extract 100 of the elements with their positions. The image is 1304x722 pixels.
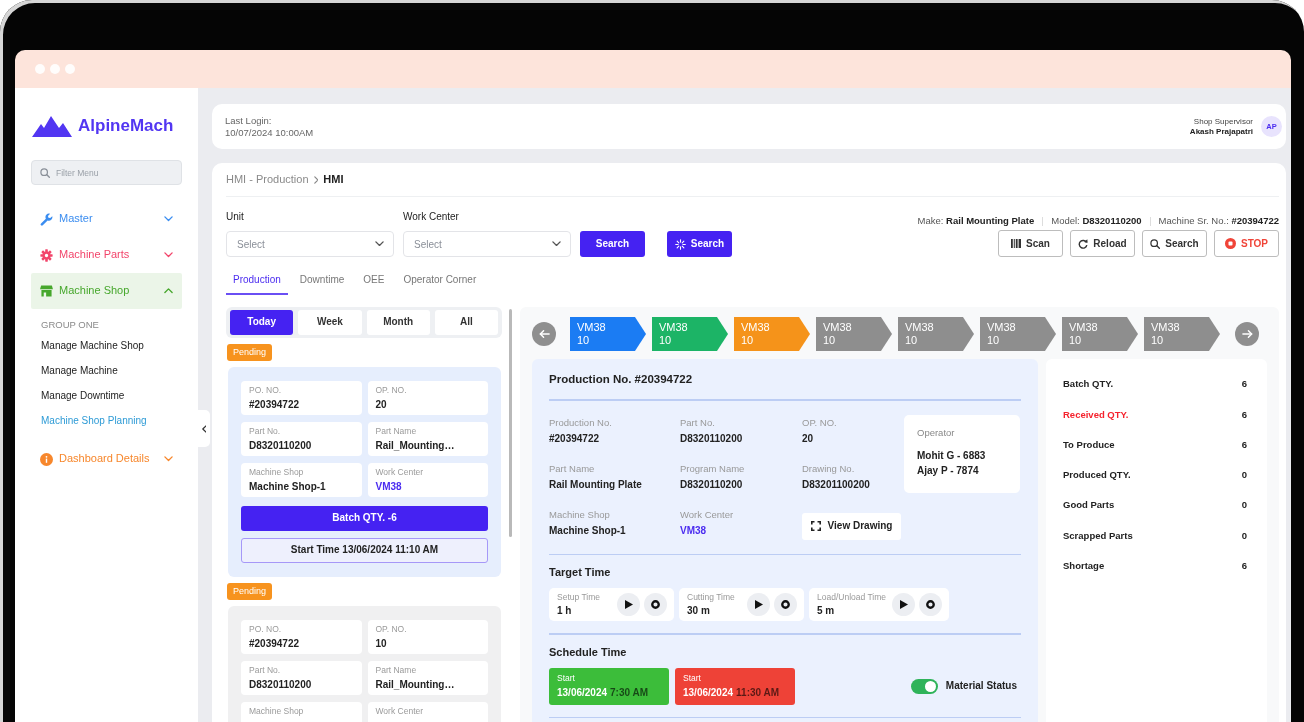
field-value: Machine Shop-1 — [549, 523, 627, 537]
menu-group-label: GROUP ONE — [40, 318, 100, 332]
submenu-link[interactable]: Manage Machine Shop — [31, 333, 182, 358]
start-time-button[interactable]: Start Time 13/06/2024 11:10 AM — [241, 538, 488, 563]
field-value: Rail_Mounting… — [375, 439, 456, 452]
play-button[interactable] — [892, 593, 915, 616]
previous-button[interactable] — [532, 322, 556, 346]
field-label: OP. NO. — [802, 416, 838, 429]
arrow-left-icon — [538, 329, 550, 339]
expand-corners-icon — [810, 521, 821, 531]
batch-qty-button[interactable]: Batch QTY. -6 — [241, 506, 488, 531]
select-field[interactable]: Select — [403, 231, 571, 257]
section-title: Target Time — [549, 566, 612, 579]
logo-text: AlpineMach — [78, 115, 174, 137]
view-drawing-button[interactable]: View Drawing — [802, 512, 901, 540]
field-label: Work Center — [375, 706, 425, 716]
action-button[interactable]: Search — [1142, 230, 1207, 257]
period-tab[interactable]: Week — [298, 310, 362, 335]
scrollbar-thumb[interactable] — [509, 309, 512, 537]
select-field[interactable]: Select — [226, 231, 394, 257]
collapse-sidebar-button[interactable] — [198, 410, 210, 447]
stage-step[interactable]: VM38 10 — [1144, 317, 1220, 351]
timer-label: Load/Unload Time — [817, 592, 886, 602]
stage-step[interactable]: VM38 10 — [898, 317, 974, 351]
field-label: Machine Shop — [249, 706, 305, 716]
timer-value: 30 m — [687, 604, 711, 617]
stop-button[interactable] — [919, 593, 942, 616]
filter-menu-field[interactable]: Filter Menu — [31, 160, 182, 185]
stop-button[interactable] — [644, 593, 667, 616]
status-badge: Pending — [227, 344, 273, 361]
timer-value: 1 h — [557, 604, 573, 617]
window-dot-icon — [35, 64, 45, 74]
circular-arrow-icon — [1078, 238, 1089, 249]
summary-value: 6 — [1241, 378, 1247, 391]
search-icon — [1150, 238, 1161, 249]
action-button[interactable]: STOP — [1214, 230, 1279, 257]
field-link[interactable]: VM38 — [375, 480, 480, 493]
field-value: D8320110200 — [249, 439, 313, 452]
field-link[interactable]: VM38 — [680, 523, 802, 537]
material-status-toggle[interactable] — [910, 678, 938, 694]
field-value: Rail_Mounting… — [375, 678, 456, 691]
summary-value: 0 — [1241, 469, 1247, 481]
menu-item[interactable]: Master — [31, 201, 182, 237]
summary-label: Shortage — [1063, 560, 1105, 572]
summary-label: Batch QTY. — [1063, 378, 1114, 391]
last-login-time: 10/07/2024 10:00AM — [225, 126, 314, 139]
ring-icon — [651, 600, 660, 609]
tab[interactable]: OEE — [356, 266, 392, 295]
stage-step[interactable]: VM38 10 — [980, 317, 1056, 351]
toggle-label: Material Status — [945, 679, 1017, 693]
field-value: Rail Mounting Plate — [549, 477, 643, 491]
order-card[interactable]: PO. NO. #20394722 OP. NO. 10 Part No. D8320110200 Part Name Rail_Mounting… Machine Shop Work Center — [228, 606, 501, 722]
play-icon — [899, 600, 908, 609]
stop-icon — [1224, 238, 1236, 249]
field-label: Machine Shop — [549, 508, 611, 521]
timer-label: Setup Time — [557, 592, 601, 602]
operator-label: Operator — [917, 426, 956, 439]
tab[interactable]: Production — [226, 266, 288, 295]
field-label: PO. NO. — [249, 385, 283, 395]
field-label: Part Name — [549, 462, 596, 475]
field-label: Work Center — [375, 467, 425, 477]
submenu-link[interactable]: Machine Shop Planning — [31, 408, 182, 433]
period-tab[interactable]: Month — [366, 310, 430, 335]
submenu-link[interactable]: Manage Machine — [31, 358, 182, 383]
search-button[interactable]: Search — [580, 231, 645, 257]
mountains-icon — [32, 115, 72, 137]
chevron-down-icon — [552, 241, 561, 247]
user-name: Akash Prajapatri — [1189, 126, 1253, 137]
stop-button[interactable] — [774, 593, 797, 616]
order-card[interactable]: PO. NO. #20394722 OP. NO. 20 Part No. D8320110200 Part Name Rail_Mounting… Machine Shop Machine Shop-1 Work Center VM38 Batch QTY. -6 Start Time 13/06/2024 11:10 AM — [228, 367, 501, 577]
ring-icon — [781, 600, 790, 609]
period-tab[interactable]: Today — [230, 310, 294, 335]
play-icon — [624, 600, 633, 609]
period-tab[interactable]: All — [434, 310, 498, 335]
tab[interactable]: Operator Corner — [396, 266, 484, 295]
field-value: D8320110200 — [680, 431, 744, 445]
breadcrumb-link[interactable]: HMI - Production — [226, 172, 309, 187]
operator-name: Mohit G - 6883 — [917, 448, 987, 463]
status-badge: Pending — [227, 583, 273, 600]
field-label: Part No. — [680, 416, 716, 429]
field-label: Unit — [226, 211, 245, 223]
search-button[interactable]: Search — [667, 231, 732, 257]
submenu-link[interactable]: Manage Downtime — [31, 383, 182, 408]
stage-step[interactable]: VM38 10 — [1062, 317, 1138, 351]
summary-label: Produced QTY. — [1063, 469, 1131, 481]
play-button[interactable] — [617, 593, 640, 616]
tab[interactable]: Downtime — [292, 266, 352, 295]
action-button[interactable]: Reload — [1070, 230, 1135, 257]
stage-step[interactable]: VM38 10 — [816, 317, 892, 351]
slot-date: 13/06/2024 — [557, 685, 608, 699]
play-button[interactable] — [747, 593, 770, 616]
stage-step[interactable]: VM38 10 — [570, 317, 646, 351]
field-value: 20 — [802, 431, 815, 445]
menu-item[interactable]: Machine Parts — [31, 237, 182, 273]
chevron-right-icon — [313, 175, 319, 184]
field-value: 10 — [375, 637, 388, 650]
window-dot-icon — [50, 64, 60, 74]
action-button[interactable]: Scan — [998, 230, 1063, 257]
field-label: Drawing No. — [802, 462, 856, 475]
next-button[interactable] — [1235, 322, 1259, 346]
